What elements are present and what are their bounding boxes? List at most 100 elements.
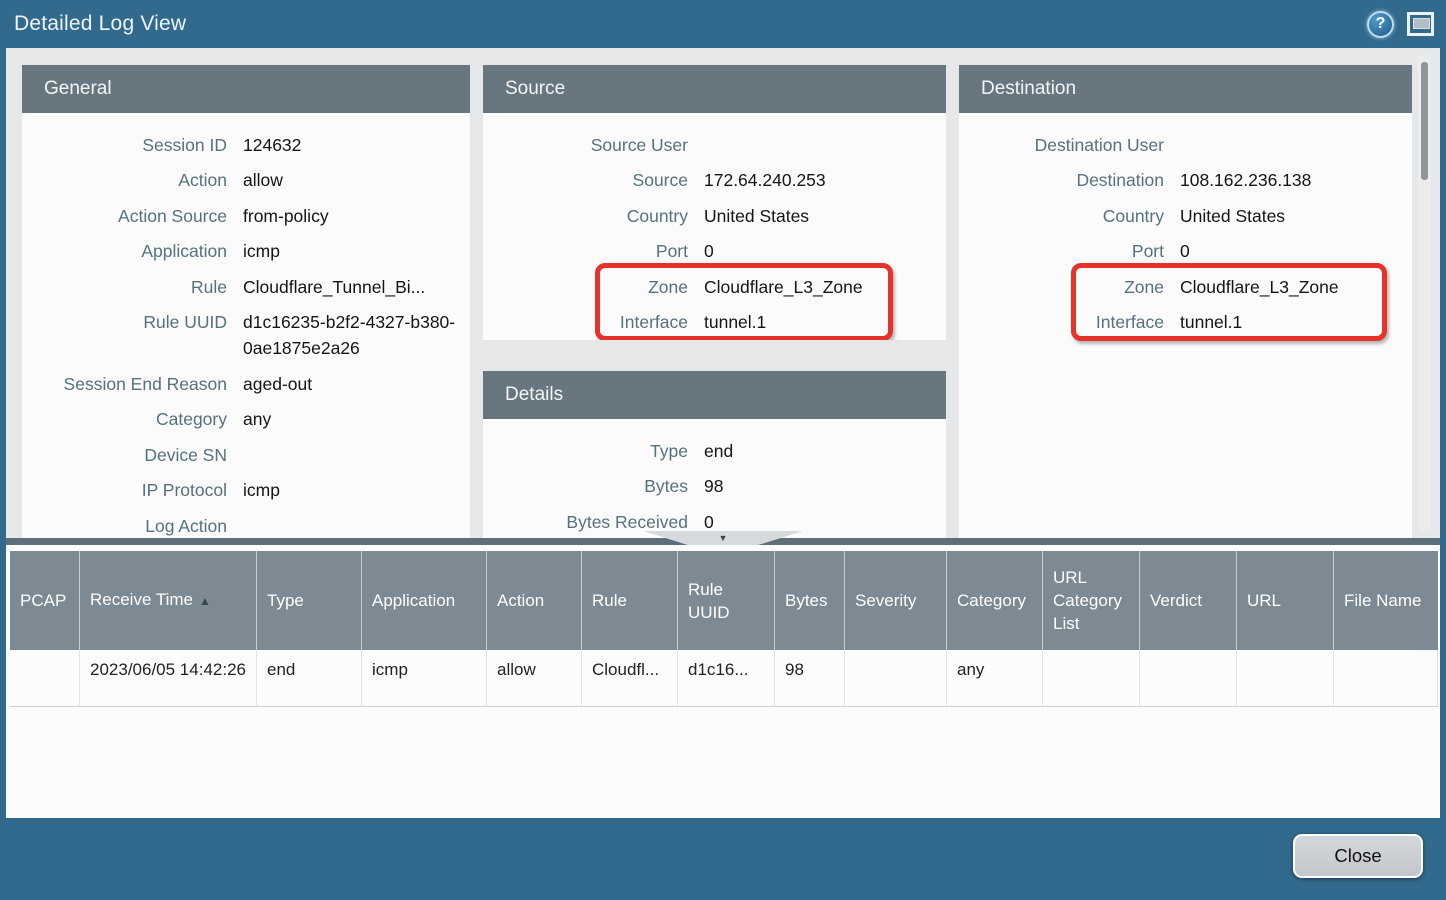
column-header-receive-time[interactable]: Receive Time▲ xyxy=(80,551,257,650)
field-label: Destination xyxy=(959,167,1164,193)
help-icon[interactable]: ? xyxy=(1367,11,1394,38)
column-header-file-name[interactable]: File Name xyxy=(1334,551,1438,650)
source-field-row-interface: Interfacetunnel.1 xyxy=(483,305,946,341)
table-cell-rule-uuid: d1c16... xyxy=(678,650,775,707)
column-label: Application xyxy=(372,589,476,612)
column-header-type[interactable]: Type xyxy=(257,551,362,650)
destination-panel-header: Destination xyxy=(959,65,1412,113)
column-header-application[interactable]: Application xyxy=(362,551,487,650)
general-field-row-application: Application icmp xyxy=(22,234,470,270)
details-field-row-bytes: Bytes98 xyxy=(483,469,946,505)
field-label: Bytes Received xyxy=(483,509,688,535)
dialog-body: General Session ID124632ActionallowActio… xyxy=(6,48,1440,818)
field-label: Bytes xyxy=(483,473,688,499)
field-value: icmp xyxy=(243,238,470,264)
close-button[interactable]: Close xyxy=(1293,834,1423,878)
titlebar-icons: ? xyxy=(1367,11,1434,38)
table-cell-severity xyxy=(845,650,947,707)
column-header-verdict[interactable]: Verdict xyxy=(1140,551,1237,650)
field-value: tunnel.1 xyxy=(704,309,946,335)
source-field-row-source-user: Source User xyxy=(483,127,946,163)
window-restore-icon[interactable] xyxy=(1407,12,1434,36)
log-table-body: 2023/06/05 14:42:26endicmpallowCloudfl..… xyxy=(10,650,1440,707)
column-header-url-category-list[interactable]: URL Category List xyxy=(1043,551,1140,650)
panels-scrollbar[interactable] xyxy=(1418,55,1431,531)
field-label: Zone xyxy=(483,274,688,300)
field-label: Application xyxy=(22,238,227,264)
destination-column: Destination Destination UserDestination1… xyxy=(959,65,1412,538)
column-header-category[interactable]: Category xyxy=(947,551,1043,650)
source-panel-title: Source xyxy=(505,78,565,100)
column-header-bytes[interactable]: Bytes xyxy=(775,551,845,650)
log-detail-panels: General Session ID124632ActionallowActio… xyxy=(6,48,1440,538)
field-label: IP Protocol xyxy=(22,477,227,503)
general-field-row-ip-protocol: IP Protocol icmp xyxy=(22,473,470,509)
table-cell-pcap xyxy=(10,650,80,707)
source-details-column: Source Source UserSource172.64.240.253Co… xyxy=(483,65,946,538)
table-cell-rule: Cloudfl... xyxy=(582,650,678,707)
column-header-severity[interactable]: Severity xyxy=(845,551,947,650)
field-value: icmp xyxy=(243,477,470,503)
column-header-pcap[interactable]: PCAP xyxy=(10,551,80,650)
table-cell-application: icmp xyxy=(362,650,487,707)
dialog-title: Detailed Log View xyxy=(14,12,186,36)
field-label: Port xyxy=(959,238,1164,264)
destination-panel-body: Destination UserDestination108.162.236.1… xyxy=(959,113,1412,538)
column-label: Receive Time▲ xyxy=(90,588,246,613)
field-value: aged-out xyxy=(243,371,470,397)
destination-field-row-destination-user: Destination User xyxy=(959,127,1412,163)
log-table-row[interactable]: 2023/06/05 14:42:26endicmpallowCloudfl..… xyxy=(10,650,1440,707)
general-panel-title: General xyxy=(44,78,112,100)
panels-scrollbar-thumb[interactable] xyxy=(1421,62,1428,180)
field-value: 0 xyxy=(704,509,946,535)
source-panel-header: Source xyxy=(483,65,946,113)
table-cell-action: allow xyxy=(487,650,582,707)
detailed-log-view-dialog: Detailed Log View ? General Session ID12… xyxy=(0,0,1446,893)
field-label: Action Source xyxy=(22,203,227,229)
field-label: Type xyxy=(483,438,688,464)
general-panel: General Session ID124632ActionallowActio… xyxy=(22,65,470,538)
field-value: from-policy xyxy=(243,203,470,229)
table-cell-verdict xyxy=(1140,650,1237,707)
column-header-rule[interactable]: Rule xyxy=(582,551,678,650)
column-header-url[interactable]: URL xyxy=(1237,551,1334,650)
splitter-collapse-handle[interactable]: ▼ xyxy=(643,531,803,545)
source-panel: Source Source UserSource172.64.240.253Co… xyxy=(483,65,946,340)
table-cell-bytes: 98 xyxy=(775,650,845,707)
general-field-row-action-source: Action Source from-policy xyxy=(22,198,470,234)
column-label: File Name xyxy=(1344,589,1428,612)
general-field-row-device-sn: Device SN xyxy=(22,437,470,473)
field-value: 0 xyxy=(704,238,946,264)
field-label: Device SN xyxy=(22,442,227,468)
general-field-row-category: Categoryany xyxy=(22,402,470,438)
column-label: Type xyxy=(267,589,351,612)
field-value xyxy=(243,442,470,468)
column-header-rule-uuid[interactable]: Rule UUID xyxy=(678,551,775,650)
column-label: Action xyxy=(497,589,571,612)
field-label: Source User xyxy=(483,132,688,158)
log-table-header-row: PCAP Receive Time▲ Type Application Action Ru… xyxy=(10,551,1440,650)
panel-table-splitter: ▼ xyxy=(6,538,1440,545)
source-panel-body: Source UserSource172.64.240.253CountryUn… xyxy=(483,113,946,340)
general-field-row-log-action: Log Action xyxy=(22,508,470,538)
column-header-action[interactable]: Action xyxy=(487,551,582,650)
log-table-area: PCAP Receive Time▲ Type Application Action Ru… xyxy=(6,545,1440,818)
field-value: Cloudflare_L3_Zone xyxy=(704,274,946,300)
table-cell-receive-time: 2023/06/05 14:42:26 xyxy=(80,650,257,707)
sort-ascending-icon: ▲ xyxy=(199,594,211,608)
details-panel: Details TypeendBytes98Bytes Received0 xyxy=(483,371,946,538)
field-value xyxy=(243,513,470,538)
field-value: 0 xyxy=(1180,238,1412,264)
field-value xyxy=(1180,132,1412,158)
column-label: Verdict xyxy=(1150,589,1226,612)
column-label: Severity xyxy=(855,589,936,612)
table-cell-file-name xyxy=(1334,650,1438,707)
column-label: URL Category List xyxy=(1053,566,1129,635)
column-label: PCAP xyxy=(20,589,69,612)
column-label: Rule UUID xyxy=(688,578,764,624)
details-panel-header: Details xyxy=(483,371,946,419)
source-field-row-source: Source172.64.240.253 xyxy=(483,163,946,199)
field-label: Log Action xyxy=(22,513,227,538)
field-value: Cloudflare_Tunnel_Bi... xyxy=(243,274,470,300)
chevron-down-icon: ▼ xyxy=(719,531,728,545)
